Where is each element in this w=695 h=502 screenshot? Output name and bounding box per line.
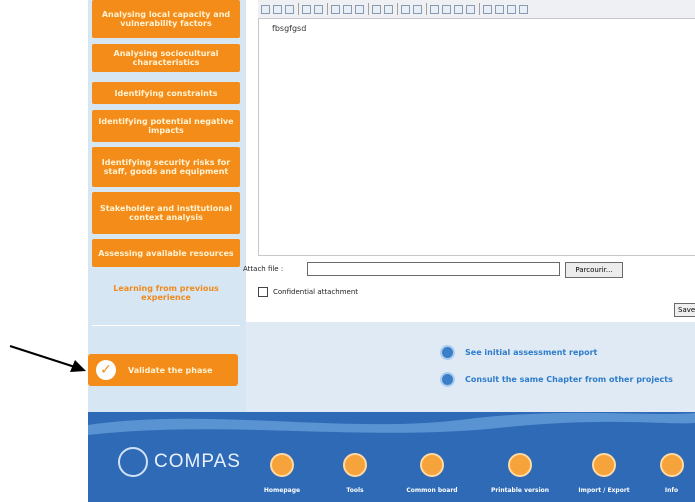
sidebar-item-label: Assessing available resources xyxy=(98,248,234,258)
footer-item-info[interactable]: Info xyxy=(648,453,695,494)
sidebar-item-constraints[interactable]: Identifying constraints xyxy=(92,82,240,104)
initial-assessment-link[interactable]: See initial assessment report xyxy=(440,345,597,360)
bold-icon[interactable] xyxy=(331,4,340,14)
sidebar-item-label: Identifying constraints xyxy=(114,88,218,98)
italic-icon[interactable] xyxy=(343,4,352,14)
sidebar-item-label: Analysing sociocultural characteristics xyxy=(113,49,219,67)
toolbar-divider xyxy=(327,3,328,15)
image-icon[interactable] xyxy=(519,4,528,14)
tools-icon xyxy=(343,453,367,477)
editor-toolbar xyxy=(258,0,695,19)
align-right-icon[interactable] xyxy=(454,4,463,14)
replace-icon[interactable] xyxy=(314,4,323,14)
unordered-list-icon[interactable] xyxy=(384,4,393,14)
editor-content: fbsgfgsd xyxy=(272,24,307,33)
toolbar-divider xyxy=(397,3,398,15)
board-icon xyxy=(420,453,444,477)
links-panel xyxy=(246,322,695,412)
highlight-icon[interactable] xyxy=(507,4,516,14)
footer-item-label: Import / Export xyxy=(578,487,630,494)
paste-icon[interactable] xyxy=(285,4,294,14)
copy-icon[interactable] xyxy=(273,4,282,14)
footer-item-label: Common board xyxy=(406,487,458,494)
home-icon xyxy=(270,453,294,477)
attach-file-input[interactable] xyxy=(307,262,560,276)
sidebar-item-resources[interactable]: Assessing available resources xyxy=(92,239,240,267)
import-export-icon xyxy=(592,453,616,477)
confidential-label: Confidential attachment xyxy=(273,288,359,296)
sidebar-item-label: Analysing local capacity and vulnerabili… xyxy=(101,10,231,28)
sidebar-item-sociocultural[interactable]: Analysing sociocultural characteristics xyxy=(92,44,240,72)
indent-icon[interactable] xyxy=(413,4,422,14)
validate-label: Validate the phase xyxy=(128,365,213,375)
sidebar-item-label: Stakeholder and institutional context an… xyxy=(99,204,233,222)
link-label: Consult the same Chapter from other proj… xyxy=(465,375,673,384)
sidebar-item-label: Identifying potential negative impacts xyxy=(98,117,234,135)
confidential-checkbox[interactable] xyxy=(258,287,268,297)
toolbar-divider xyxy=(298,3,299,15)
sidebar-item-previous-experience[interactable]: Learning from previous experience xyxy=(92,281,240,305)
sidebar-item-security-risks[interactable]: Identifying security risks for staff, go… xyxy=(92,147,240,187)
table-icon[interactable] xyxy=(483,4,492,14)
ordered-list-icon[interactable] xyxy=(372,4,381,14)
outdent-icon[interactable] xyxy=(401,4,410,14)
footer-item-common-board[interactable]: Common board xyxy=(400,453,464,494)
justify-icon[interactable] xyxy=(466,4,475,14)
sidebar-item-label: Learning from previous experience xyxy=(113,284,219,302)
find-icon[interactable] xyxy=(302,4,311,14)
compas-logo[interactable]: COMPAS xyxy=(118,447,241,477)
logo-text: COMPAS xyxy=(154,451,241,472)
footer-item-printable[interactable]: Printable version xyxy=(488,453,552,494)
browse-button[interactable]: Parcourir... xyxy=(565,262,623,278)
align-center-icon[interactable] xyxy=(442,4,451,14)
footer-item-import-export[interactable]: Import / Export xyxy=(572,453,636,494)
confidential-attachment-option[interactable]: Confidential attachment xyxy=(258,287,358,297)
sidebar-item-label: Identifying security risks for staff, go… xyxy=(101,158,231,176)
check-icon: ✓ xyxy=(96,360,116,380)
toolbar-divider xyxy=(479,3,480,15)
sidebar-divider xyxy=(92,325,240,326)
toolbar-divider xyxy=(368,3,369,15)
validate-phase-button[interactable]: ✓ Validate the phase xyxy=(88,354,238,386)
footer-item-label: Info xyxy=(664,487,679,494)
rich-text-editor[interactable] xyxy=(258,18,695,256)
footer-item-label: Tools xyxy=(346,487,364,494)
info-icon xyxy=(659,453,684,477)
save-button[interactable]: Save xyxy=(674,303,695,317)
underline-icon[interactable] xyxy=(355,4,364,14)
sidebar-item-negative-impacts[interactable]: Identifying potential negative impacts xyxy=(92,110,240,142)
footer-wave xyxy=(88,412,695,445)
link-label: See initial assessment report xyxy=(465,348,598,357)
cut-icon[interactable] xyxy=(261,4,270,14)
sidebar-item-stakeholder[interactable]: Stakeholder and institutional context an… xyxy=(92,192,240,234)
footer-item-tools[interactable]: Tools xyxy=(323,453,387,494)
print-icon xyxy=(508,453,532,477)
attach-file-label: Attach file : xyxy=(243,265,284,273)
document-icon xyxy=(440,345,455,360)
toolbar-divider xyxy=(426,3,427,15)
align-left-icon[interactable] xyxy=(430,4,439,14)
logo-mark-icon xyxy=(118,447,148,477)
footer-item-label: Printable version xyxy=(490,487,550,494)
sidebar-item-local-capacity[interactable]: Analysing local capacity and vulnerabili… xyxy=(92,0,240,38)
footer-item-homepage[interactable]: Homepage xyxy=(250,453,314,494)
document-icon xyxy=(440,372,455,387)
footer-item-label: Homepage xyxy=(263,487,301,494)
text-color-icon[interactable] xyxy=(495,4,504,14)
other-projects-link[interactable]: Consult the same Chapter from other proj… xyxy=(440,372,673,387)
